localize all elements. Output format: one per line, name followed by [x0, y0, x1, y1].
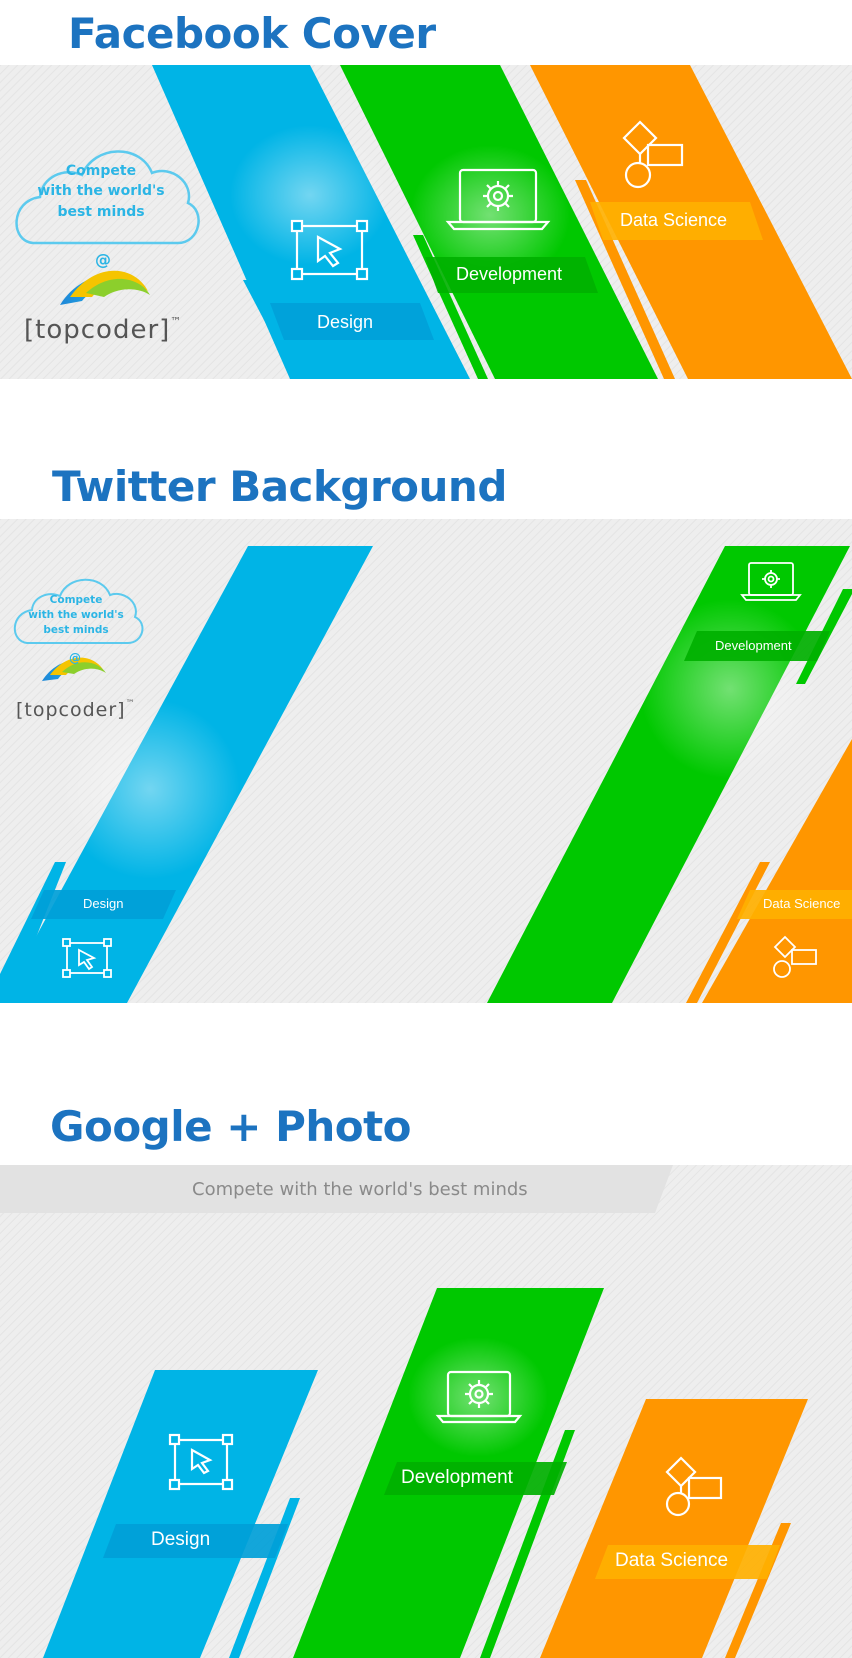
facebook-cover-panel: Compete with the world's best minds @ [t…	[0, 65, 852, 379]
facebook-data-science-label: Data Science	[620, 210, 728, 230]
twitter-trademark: ™	[125, 699, 136, 709]
twitter-cloud-tagline: Compete with the world's best minds	[28, 594, 124, 637]
facebook-heading: Facebook Cover	[68, 9, 436, 58]
google-development-label: Development	[401, 1467, 513, 1488]
google-heading: Google + Photo	[50, 1102, 412, 1151]
google-tagline: Compete with the world's best minds	[192, 1179, 528, 1200]
facebook-brand-text: [topcoder]	[24, 315, 171, 345]
google-photo-panel: Compete with the world's best minds Desi…	[0, 1165, 852, 1658]
facebook-development-label: Development	[456, 264, 563, 284]
twitter-at-sign: @	[69, 651, 81, 665]
facebook-design-label: Design	[317, 312, 374, 332]
facebook-topcoder-wordmark: [topcoder]™	[24, 315, 182, 345]
twitter-design-label: Design	[83, 896, 124, 911]
facebook-cloud-tagline: Compete with the world's best minds	[37, 163, 165, 220]
twitter-topcoder-wordmark: [topcoder]™	[16, 699, 136, 721]
twitter-brand-text: [topcoder]	[16, 699, 126, 721]
twitter-background-panel: Compete with the world's best minds @ [t…	[0, 519, 852, 1003]
google-design-label: Design	[151, 1529, 211, 1550]
twitter-data-science-label: Data Science	[763, 896, 841, 911]
google-data-science-label: Data Science	[615, 1550, 729, 1571]
twitter-development-label: Development	[715, 638, 792, 653]
facebook-trademark: ™	[170, 315, 183, 328]
facebook-at-sign: @	[95, 250, 111, 269]
twitter-heading: Twitter Background	[52, 462, 507, 511]
